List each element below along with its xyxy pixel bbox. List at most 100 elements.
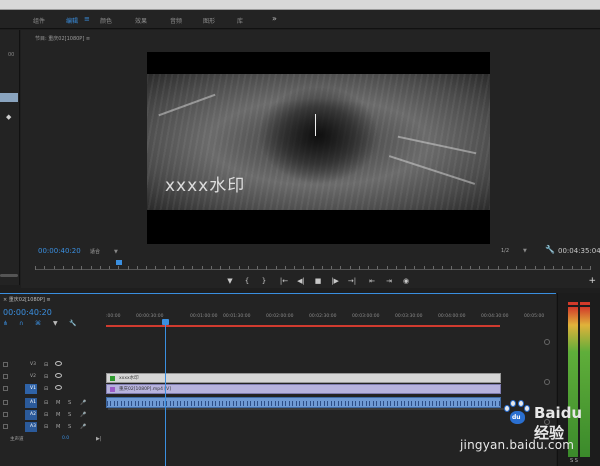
track-header-v3: V3 ⊟ (0, 360, 105, 371)
ruler-tick (238, 266, 240, 269)
playhead-timecode[interactable]: 00:00:40:20 (38, 247, 81, 255)
wrench-icon[interactable]: 🔧 (69, 320, 76, 327)
master-volume-value[interactable]: 0.0 (62, 436, 69, 441)
eye-icon[interactable] (55, 361, 62, 366)
linked-selection-icon[interactable]: ⌘ (35, 320, 41, 327)
step-forward-button[interactable]: |▶ (329, 277, 341, 285)
add-marker-button[interactable]: ▼ (224, 277, 236, 285)
lock-icon[interactable] (3, 386, 8, 391)
solo-button[interactable]: S (68, 424, 71, 430)
scroll-handle-icon[interactable] (544, 379, 550, 385)
sync-lock-icon[interactable]: ⊟ (44, 424, 48, 430)
ruler-tick (136, 266, 138, 269)
lock-icon[interactable] (3, 424, 8, 429)
mute-button[interactable]: M (56, 400, 60, 406)
ruler-tick (432, 266, 434, 269)
ruler-tick (90, 266, 92, 269)
ruler-tick (247, 266, 249, 269)
lock-icon[interactable] (3, 362, 8, 367)
brand-url: jingyan.baidu.com (460, 438, 575, 452)
clip-label-color (110, 376, 115, 381)
sync-lock-icon[interactable]: ⊟ (44, 386, 48, 392)
microphone-icon[interactable]: 🎤 (80, 424, 86, 430)
microphone-icon[interactable]: 🎤 (80, 400, 86, 406)
ruler-tick (358, 266, 360, 270)
ruler-tick (72, 266, 73, 269)
track-header-v2: V2 ⊟ (0, 372, 105, 383)
step-back-button[interactable]: ◀| (295, 277, 307, 285)
tab-assembly[interactable]: 组件 (33, 16, 45, 25)
timeline-playhead[interactable] (165, 321, 166, 466)
marker-icon[interactable]: ◆ (6, 113, 11, 121)
microphone-icon[interactable]: 🎤 (80, 412, 86, 418)
ruler-tick (580, 266, 582, 269)
eye-icon[interactable] (55, 373, 62, 378)
zoom-select[interactable]: 适合 ▼ (90, 248, 118, 255)
resolution-select[interactable]: 1/2 ▼ (501, 248, 527, 254)
sync-lock-icon[interactable]: ⊟ (44, 412, 48, 418)
mark-out-button[interactable]: } (258, 277, 270, 285)
lock-icon[interactable] (3, 374, 8, 379)
sync-lock-icon[interactable]: ⊟ (44, 362, 48, 368)
track-name: V1 (30, 386, 36, 391)
program-monitor-title[interactable]: 节目: 重庆02[1080P] ≡ (35, 35, 90, 42)
add-marker-icon[interactable]: ▼ (53, 320, 58, 327)
tab-graphics[interactable]: 图形 (203, 16, 215, 25)
timeline-timecode[interactable]: 00:00:40:20 (3, 308, 52, 317)
ruler-tick (201, 266, 203, 269)
ruler-tick (294, 266, 295, 269)
scroll-handle-icon[interactable] (544, 339, 550, 345)
eye-icon[interactable] (55, 385, 62, 390)
go-to-out-button[interactable]: →| (346, 277, 358, 285)
solo-button[interactable]: S (68, 400, 71, 406)
zoom-select-value: 适合 (90, 249, 101, 255)
extract-button[interactable]: ⇥ (383, 277, 395, 285)
nest-icon[interactable]: ⋔ (3, 320, 8, 327)
more-workspaces-button[interactable]: » (272, 14, 277, 23)
monitor-playhead[interactable] (116, 260, 122, 265)
mute-button[interactable]: M (56, 412, 60, 418)
export-frame-button[interactable]: ◉ (400, 277, 412, 285)
go-to-end-icon[interactable]: ▶| (96, 436, 102, 442)
mark-in-button[interactable]: { (241, 277, 253, 285)
track-name: A2 (30, 412, 36, 417)
ruler-tick (53, 266, 55, 269)
selected-item[interactable] (0, 93, 18, 102)
baidu-paw-logo: du (504, 400, 530, 426)
ruler-tick (44, 266, 46, 269)
mute-button[interactable]: M (56, 424, 60, 430)
tab-effects[interactable]: 效果 (135, 16, 147, 25)
wrench-icon[interactable]: 🔧 (545, 245, 555, 254)
lock-icon[interactable] (3, 412, 8, 417)
track-name: A1 (30, 400, 36, 405)
transport-controls: ▼ { } |← ◀| ■ |▶ →| ⇤ ⇥ ◉ + (21, 276, 600, 288)
peak-indicator (568, 302, 578, 305)
tab-menu-icon[interactable]: ≡ (84, 15, 90, 23)
tab-color[interactable]: 颜色 (100, 16, 112, 25)
solo-button[interactable]: S (68, 412, 71, 418)
snap-icon[interactable]: ∩ (19, 320, 23, 327)
sync-lock-icon[interactable]: ⊟ (44, 374, 48, 380)
ruler-tick (368, 266, 369, 269)
tab-editing[interactable]: 编辑 (66, 16, 78, 25)
panel-scrollbar[interactable] (0, 274, 18, 277)
track-name: A3 (30, 424, 36, 429)
go-to-in-button[interactable]: |← (278, 277, 290, 285)
stop-button[interactable]: ■ (312, 277, 324, 285)
video-preview[interactable]: xxxx水印 (147, 52, 490, 244)
paw-toe (518, 400, 524, 407)
ruler-tick (35, 266, 36, 270)
clip-label-color (110, 387, 115, 392)
ruler-tick (62, 266, 64, 269)
timeline-scrollbar[interactable] (108, 408, 504, 410)
sequence-tab[interactable]: × 重庆02[1080P] ≡ (3, 296, 51, 303)
button-editor-plus[interactable]: + (588, 276, 596, 286)
light-streak (397, 135, 477, 155)
lift-button[interactable]: ⇤ (366, 277, 378, 285)
monitor-time-ruler[interactable] (35, 266, 591, 270)
tab-libraries[interactable]: 库 (237, 16, 243, 25)
sync-lock-icon[interactable]: ⊟ (44, 400, 48, 406)
lock-icon[interactable] (3, 400, 8, 405)
track-name: V2 (30, 374, 36, 379)
tab-audio[interactable]: 音频 (170, 16, 182, 25)
